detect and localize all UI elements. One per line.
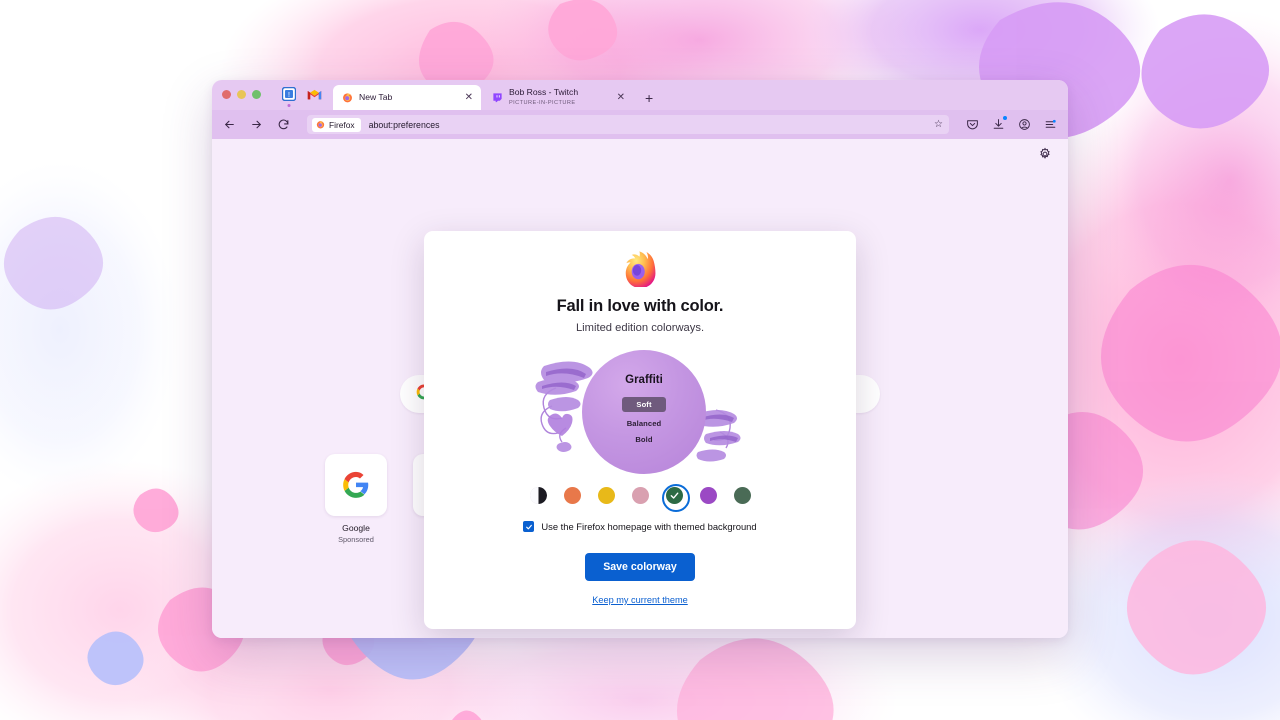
reload-button[interactable] bbox=[276, 117, 291, 132]
colorway-preview: Graffiti Soft Balanced Bold bbox=[520, 348, 760, 476]
intensity-list: Soft Balanced Bold bbox=[622, 397, 666, 444]
navigation-toolbar: Firefox about:preferences ☆ bbox=[212, 110, 1068, 139]
intensity-option-balanced[interactable]: Balanced bbox=[627, 419, 662, 428]
swatch-darkgreen[interactable] bbox=[733, 487, 751, 504]
downloads-icon[interactable] bbox=[991, 116, 1007, 132]
identity-chip-label: Firefox bbox=[329, 119, 355, 130]
tab-label-wrap: New Tab bbox=[359, 91, 458, 102]
swatch-default[interactable] bbox=[529, 487, 547, 504]
bookmark-star-icon[interactable]: ☆ bbox=[934, 119, 943, 130]
tab-label-wrap: Bob Ross - Twitch PICTURE-IN-PICTURE bbox=[509, 86, 610, 107]
browser-window: ! New Tab ✕ Bob Ross - Twitch PICTURE-IN… bbox=[212, 80, 1068, 638]
tab-new-tab[interactable]: New Tab ✕ bbox=[333, 85, 481, 110]
close-window-button[interactable] bbox=[222, 89, 231, 99]
back-button[interactable] bbox=[222, 117, 237, 132]
homepage-checkbox-row[interactable]: Use the Firefox homepage with themed bac… bbox=[523, 521, 757, 532]
forward-button[interactable] bbox=[249, 117, 264, 132]
shortcut-google-1[interactable]: Google Sponsored bbox=[324, 454, 388, 544]
app-icon: ! bbox=[281, 87, 296, 101]
maximize-window-button[interactable] bbox=[252, 89, 261, 99]
check-icon bbox=[666, 487, 683, 504]
colorway-modal: Fall in love with color. Limited edition… bbox=[424, 231, 856, 629]
firefox-logo bbox=[625, 251, 656, 287]
twitch-icon bbox=[492, 92, 503, 103]
tab-bob-ross-twitch[interactable]: Bob Ross - Twitch PICTURE-IN-PICTURE ✕ bbox=[483, 85, 633, 110]
minimize-window-button[interactable] bbox=[237, 89, 246, 99]
address-bar[interactable]: Firefox about:preferences ☆ bbox=[307, 115, 949, 134]
modal-title: Fall in love with color. bbox=[556, 297, 724, 315]
shortcut-tile[interactable] bbox=[325, 454, 387, 516]
gear-icon[interactable] bbox=[1038, 147, 1054, 163]
new-tab-page: Google Sponsored Google Sponsored bbox=[212, 139, 1068, 638]
firefox-icon bbox=[342, 92, 353, 103]
homepage-checkbox-label: Use the Firefox homepage with themed bac… bbox=[541, 521, 757, 532]
tab-subtitle: PICTURE-IN-PICTURE bbox=[509, 100, 576, 107]
swatch-yellow[interactable] bbox=[597, 487, 615, 504]
intensity-option-bold[interactable]: Bold bbox=[635, 435, 652, 444]
check-icon bbox=[525, 524, 532, 529]
firefox-icon bbox=[316, 121, 325, 129]
shortcut-sublabel: Sponsored bbox=[338, 535, 374, 544]
colorway-circle: Graffiti Soft Balanced Bold bbox=[582, 350, 706, 474]
intensity-option-soft[interactable]: Soft bbox=[622, 397, 666, 412]
pinned-tabs: ! bbox=[280, 80, 323, 110]
pinned-tab-gmail[interactable] bbox=[306, 86, 323, 103]
svg-text:!: ! bbox=[288, 92, 290, 99]
close-tab-button[interactable]: ✕ bbox=[616, 92, 626, 103]
pocket-icon[interactable] bbox=[965, 117, 980, 132]
swatch-orange[interactable] bbox=[563, 487, 581, 504]
modal-subtitle: Limited edition colorways. bbox=[575, 322, 705, 334]
shortcut-label: Google bbox=[342, 523, 370, 533]
app-menu-icon[interactable] bbox=[1043, 117, 1058, 132]
pinned-tab-app[interactable]: ! bbox=[280, 86, 297, 107]
swatch-default-half-icon bbox=[529, 487, 547, 504]
save-colorway-button[interactable]: Save colorway bbox=[585, 553, 695, 581]
tab-title: New Tab bbox=[359, 91, 393, 102]
new-tab-button[interactable]: + bbox=[641, 85, 657, 110]
account-icon[interactable] bbox=[1017, 117, 1032, 132]
downloads-badge bbox=[1003, 116, 1007, 120]
url-input[interactable]: about:preferences bbox=[369, 120, 926, 130]
homepage-checkbox[interactable] bbox=[523, 521, 535, 532]
tab-list: New Tab ✕ Bob Ross - Twitch PICTURE-IN-P… bbox=[333, 80, 657, 110]
close-tab-button[interactable]: ✕ bbox=[464, 92, 474, 103]
window-controls[interactable] bbox=[222, 80, 261, 110]
pinned-tab-indicator bbox=[287, 103, 290, 107]
tab-title: Bob Ross - Twitch bbox=[509, 86, 579, 97]
toolbar-icons bbox=[965, 116, 1058, 132]
keep-current-theme-link[interactable]: Keep my current theme bbox=[592, 595, 688, 605]
tab-strip: ! New Tab ✕ Bob Ross - Twitch PICTURE-IN… bbox=[212, 80, 1068, 110]
google-icon bbox=[343, 471, 369, 498]
swatch-green[interactable] bbox=[662, 483, 690, 512]
colorway-name: Graffiti bbox=[625, 374, 663, 386]
gmail-icon bbox=[307, 89, 322, 99]
colorway-swatch-row bbox=[529, 483, 751, 512]
identity-chip[interactable]: Firefox bbox=[312, 117, 361, 132]
swatch-pink[interactable] bbox=[631, 487, 649, 504]
swatch-purple[interactable] bbox=[699, 487, 717, 504]
